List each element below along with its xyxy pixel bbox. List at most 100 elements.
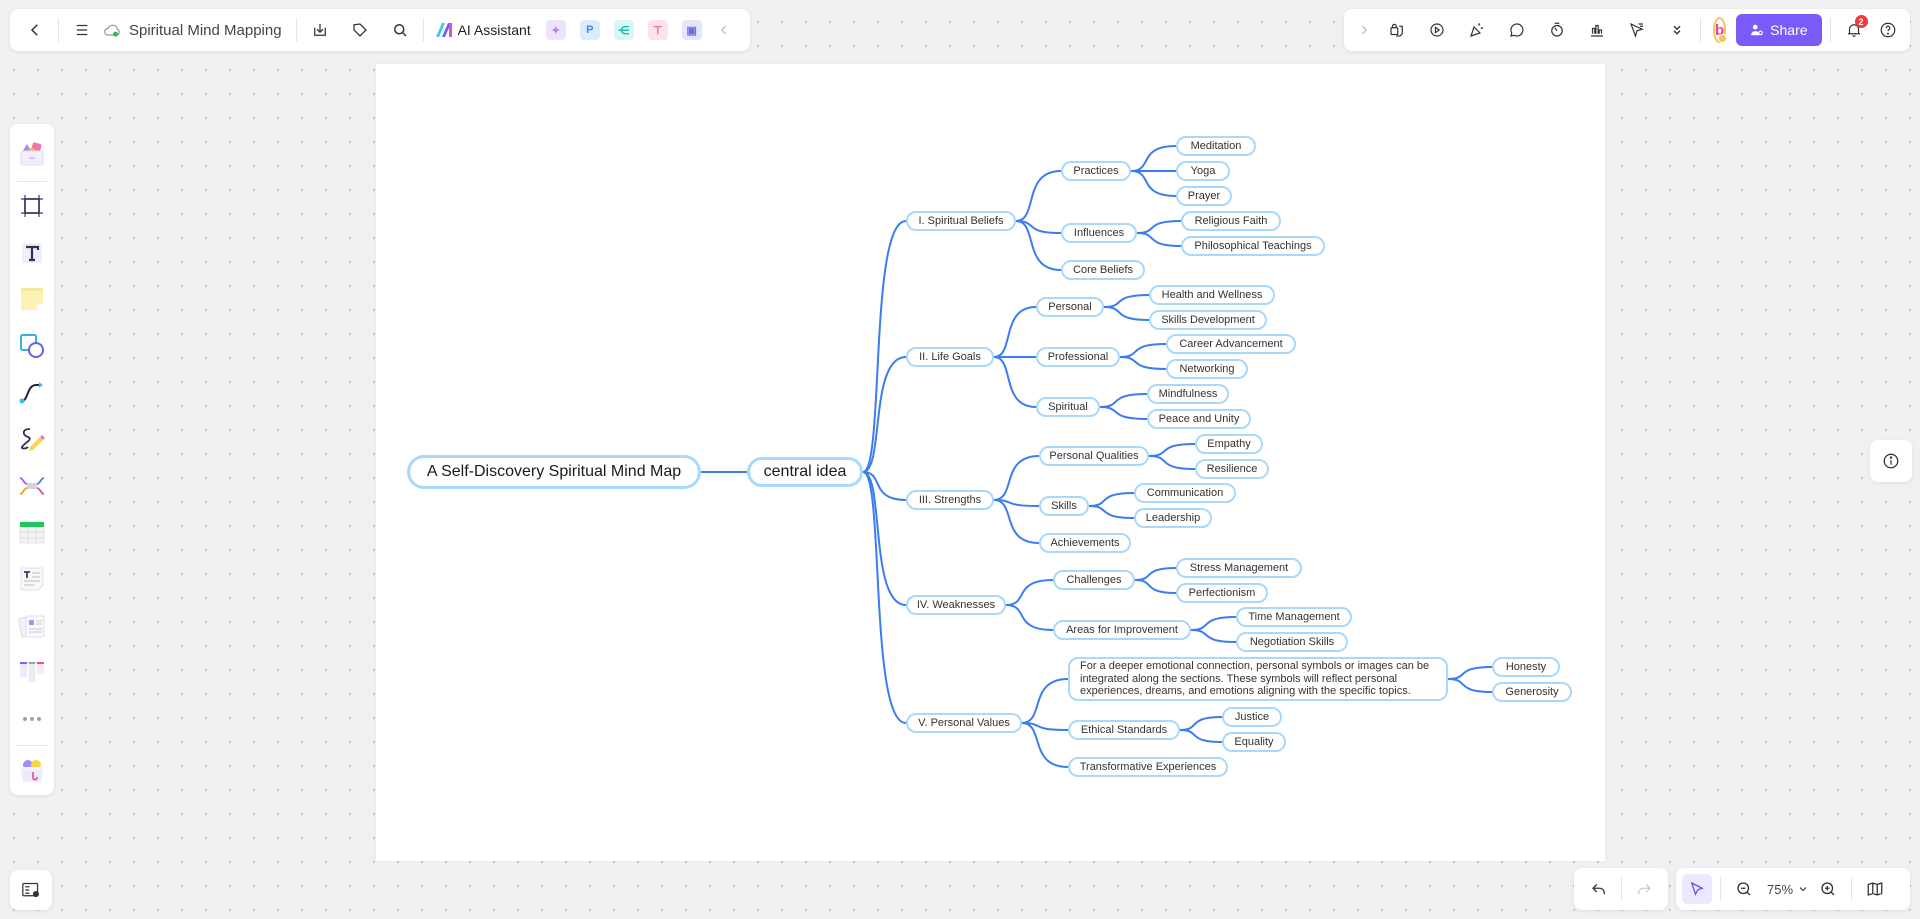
- branch-node[interactable]: III. Strengths: [906, 490, 994, 510]
- menu-button[interactable]: [67, 15, 97, 45]
- subtopic-node[interactable]: Personal: [1036, 297, 1104, 317]
- leaf-node[interactable]: Leadership: [1134, 508, 1212, 528]
- branch-node[interactable]: V. Personal Values: [906, 713, 1022, 733]
- leaf-node[interactable]: Perfectionism: [1176, 583, 1268, 603]
- subtopic-node[interactable]: Achievements: [1039, 533, 1131, 553]
- leaf-node[interactable]: Empathy: [1195, 434, 1263, 454]
- note-node[interactable]: For a deeper emotional connection, perso…: [1068, 657, 1448, 701]
- sticky-note-tool[interactable]: [14, 282, 50, 317]
- leaf-node[interactable]: Honesty: [1492, 657, 1560, 677]
- mindmap-app-button[interactable]: ⋲: [613, 20, 634, 40]
- celebrate-button[interactable]: [1462, 15, 1492, 45]
- lock-sticky-button[interactable]: [1382, 15, 1412, 45]
- leaf-node[interactable]: Time Management: [1236, 607, 1352, 627]
- leaf-node[interactable]: Skills Development: [1149, 310, 1267, 330]
- connector-tool[interactable]: [14, 375, 50, 410]
- comment-button[interactable]: [1502, 15, 1532, 45]
- mindmap-tool[interactable]: [14, 468, 50, 503]
- presentation-app-button[interactable]: P: [579, 20, 600, 40]
- leaf-node[interactable]: Peace and Unity: [1147, 409, 1251, 429]
- shapes-tool[interactable]: [14, 329, 50, 364]
- frame-tool[interactable]: [14, 189, 50, 224]
- leaf-node[interactable]: Prayer: [1176, 186, 1232, 206]
- leaf-node[interactable]: Resilience: [1195, 459, 1269, 479]
- subtopic-node[interactable]: Influences: [1061, 223, 1137, 243]
- ai-assistant-button[interactable]: AI Assistant: [435, 22, 531, 38]
- share-button[interactable]: Share: [1736, 14, 1822, 46]
- leaf-node[interactable]: Career Advancement: [1166, 334, 1296, 354]
- select-tool-button[interactable]: [1682, 874, 1712, 904]
- present-button[interactable]: [1422, 15, 1452, 45]
- subtopic-node[interactable]: Areas for Improvement: [1053, 620, 1191, 640]
- branch-node[interactable]: II. Life Goals: [906, 347, 994, 367]
- leaf-node[interactable]: Meditation: [1176, 136, 1256, 156]
- table-tool[interactable]: [14, 515, 50, 550]
- search-button[interactable]: [385, 15, 415, 45]
- leaf-node[interactable]: Philosophical Teachings: [1181, 236, 1325, 256]
- subtopic-node[interactable]: Challenges: [1053, 570, 1135, 590]
- help-icon: [1880, 22, 1895, 38]
- subtopic-node[interactable]: Spiritual: [1036, 397, 1100, 417]
- templates-icon: [20, 142, 44, 166]
- user-avatar[interactable]: b: [1713, 17, 1728, 43]
- redo-button[interactable]: [1629, 874, 1659, 904]
- kanban-tool[interactable]: [14, 655, 50, 690]
- leaf-node[interactable]: Mindfulness: [1147, 384, 1229, 404]
- chart-button[interactable]: [1582, 15, 1612, 45]
- zoom-level[interactable]: 75%: [1767, 882, 1793, 897]
- collapse-toolbar-button[interactable]: [709, 15, 739, 45]
- expand-toolbar-button[interactable]: [1354, 15, 1374, 45]
- zoom-out-button[interactable]: [1729, 874, 1759, 904]
- notifications-button[interactable]: 2: [1839, 15, 1869, 45]
- subtopic-node[interactable]: Professional: [1036, 347, 1120, 367]
- subtopic-node[interactable]: Practices: [1061, 161, 1131, 181]
- more-tools-button[interactable]: [1662, 15, 1692, 45]
- outline-view-button[interactable]: [10, 870, 52, 910]
- kanban-icon: [20, 662, 44, 683]
- back-button[interactable]: [20, 15, 50, 45]
- branch-node[interactable]: IV. Weaknesses: [906, 595, 1006, 615]
- branch-node[interactable]: I. Spiritual Beliefs: [906, 211, 1016, 231]
- document-title[interactable]: Spiritual Mind Mapping: [103, 22, 282, 39]
- leaf-node[interactable]: Stress Management: [1176, 558, 1302, 578]
- undo-button[interactable]: [1584, 874, 1614, 904]
- document-icon: [20, 567, 44, 591]
- subtopic-node[interactable]: Skills: [1039, 496, 1089, 516]
- zoom-in-button[interactable]: [1813, 874, 1843, 904]
- leaf-node[interactable]: Communication: [1134, 483, 1236, 503]
- leaf-node[interactable]: Equality: [1222, 732, 1286, 752]
- timer-button[interactable]: [1542, 15, 1572, 45]
- document-tool[interactable]: [14, 562, 50, 597]
- leaf-node[interactable]: Religious Faith: [1181, 211, 1281, 231]
- ai-image-app-button[interactable]: ✦: [545, 20, 566, 40]
- flowchart-app-button[interactable]: ⊤: [647, 20, 668, 40]
- leaf-node[interactable]: Justice: [1222, 707, 1282, 727]
- cards-tool[interactable]: [14, 608, 50, 643]
- leaf-node[interactable]: Yoga: [1176, 161, 1230, 181]
- pen-tool[interactable]: [14, 422, 50, 457]
- central-node[interactable]: central idea: [747, 457, 863, 487]
- leaf-node[interactable]: Health and Wellness: [1149, 285, 1275, 305]
- subtopic-node[interactable]: Transformative Experiences: [1068, 757, 1228, 777]
- ai-logo-icon: [435, 23, 452, 37]
- leaf-node[interactable]: Generosity: [1492, 682, 1572, 702]
- subtopic-node[interactable]: Core Beliefs: [1061, 260, 1145, 280]
- tag-button[interactable]: [345, 15, 375, 45]
- root-node[interactable]: A Self-Discovery Spiritual Mind Map: [407, 455, 701, 489]
- subtopic-node[interactable]: Personal Qualities: [1039, 446, 1149, 466]
- mindmap-icon: [19, 476, 45, 495]
- help-button[interactable]: [1873, 15, 1903, 45]
- download-button[interactable]: [305, 15, 335, 45]
- chevron-down-icon[interactable]: [1797, 883, 1809, 895]
- leaf-node[interactable]: Networking: [1166, 359, 1248, 379]
- text-tool[interactable]: [14, 235, 50, 270]
- templates-tool[interactable]: [14, 137, 50, 172]
- minimap-button[interactable]: [1860, 874, 1890, 904]
- subtopic-node[interactable]: Ethical Standards: [1068, 720, 1180, 740]
- chat-app-button[interactable]: ▣: [681, 20, 702, 40]
- laser-pointer-button[interactable]: [1622, 15, 1652, 45]
- app-box-button[interactable]: [14, 753, 50, 788]
- leaf-node[interactable]: Negotiation Skills: [1236, 632, 1348, 652]
- info-button[interactable]: [1870, 440, 1912, 482]
- more-tools-button[interactable]: [14, 702, 50, 737]
